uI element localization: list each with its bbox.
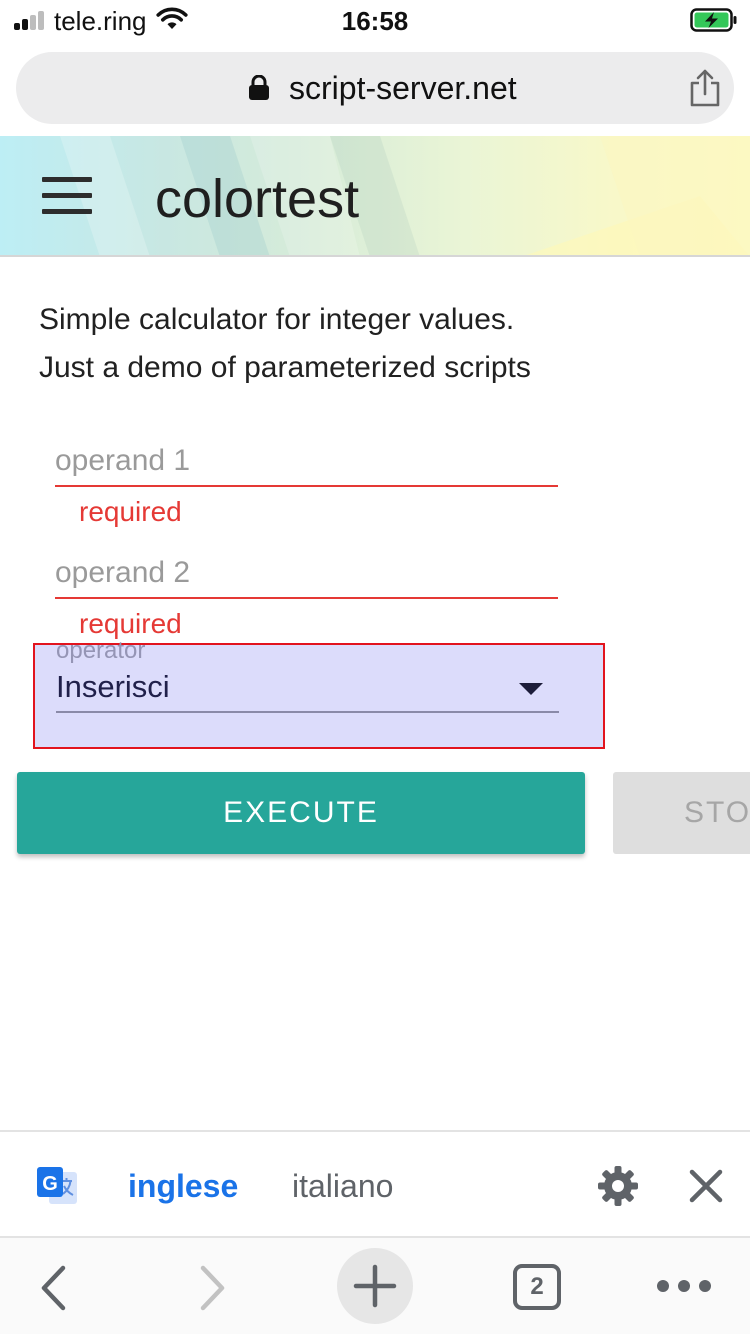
more-icon[interactable]: [656, 1276, 712, 1296]
forward-icon[interactable]: [198, 1264, 228, 1312]
google-translate-icon[interactable]: G: [35, 1166, 79, 1206]
operator-label: operator: [56, 637, 146, 664]
gear-icon[interactable]: [597, 1165, 639, 1207]
url-text[interactable]: script-server.net: [289, 70, 517, 107]
tabs-count: 2: [530, 1273, 544, 1300]
stop-button-label: STOP: [684, 796, 750, 829]
description-line: Simple calculator for integer values.: [39, 303, 515, 336]
language-tab-english[interactable]: inglese: [128, 1168, 238, 1205]
language-tab-italian[interactable]: italiano: [292, 1168, 393, 1205]
translate-bar: G inglese italiano: [0, 1130, 750, 1238]
operand2-error: required: [79, 608, 182, 639]
lock-icon: [249, 75, 269, 100]
operand1-error: required: [79, 496, 182, 527]
operand2-input[interactable]: operand 2: [55, 556, 190, 590]
operand1-input[interactable]: operand 1: [55, 444, 190, 478]
operator-value[interactable]: Inserisci: [56, 669, 170, 705]
new-tab-button[interactable]: [337, 1248, 413, 1324]
header-background-pattern: [60, 136, 750, 255]
battery-charging-icon: [690, 8, 737, 32]
operator-underline: [56, 711, 559, 713]
hamburger-menu-icon[interactable]: [42, 177, 94, 217]
script-description: Simple calculator for integer values. Ju…: [39, 296, 531, 392]
close-icon[interactable]: [688, 1168, 724, 1204]
status-bar: tele.ring 16:58: [0, 0, 750, 40]
operand2-field[interactable]: operand 2 required: [55, 556, 558, 639]
back-icon[interactable]: [38, 1264, 68, 1312]
share-icon[interactable]: [686, 68, 724, 108]
app-header: colortest: [0, 136, 750, 257]
browser-toolbar: 2: [0, 1238, 750, 1334]
dropdown-arrow-icon[interactable]: [519, 683, 543, 695]
operand1-underline: [55, 485, 558, 487]
address-bar[interactable]: script-server.net: [16, 52, 734, 124]
execute-button[interactable]: EXECUTE: [17, 772, 585, 854]
clock: 16:58: [341, 6, 409, 36]
stop-button: STOP: [613, 772, 750, 854]
svg-text:G: G: [42, 1173, 58, 1195]
operator-select[interactable]: operator Inserisci: [33, 637, 605, 749]
description-line: Just a demo of parameterized scripts: [39, 351, 531, 384]
operand1-field[interactable]: operand 1 required: [55, 444, 558, 527]
page-title: colortest: [155, 169, 360, 229]
tabs-icon[interactable]: 2: [513, 1264, 561, 1310]
operand2-underline: [55, 597, 558, 599]
plus-icon: [353, 1264, 397, 1308]
